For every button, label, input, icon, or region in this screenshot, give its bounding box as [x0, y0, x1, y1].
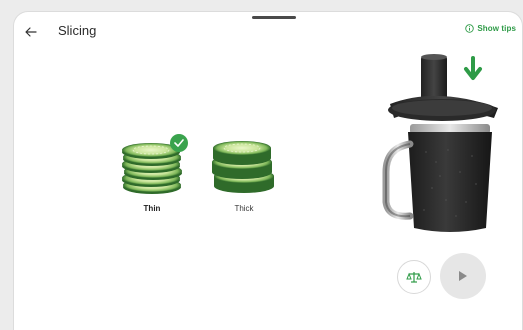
info-icon — [465, 24, 475, 33]
scale-icon — [406, 272, 422, 283]
drag-handle[interactable] — [252, 16, 296, 19]
play-icon — [459, 271, 467, 281]
option-thin[interactable]: Thin — [116, 130, 188, 222]
thick-slices-image — [212, 141, 274, 193]
show-tips-label: Show tips — [477, 24, 516, 33]
page-title: Slicing — [58, 23, 97, 38]
scale-button[interactable] — [397, 260, 431, 294]
slicing-screen: Slicing Show tips Thin Thick — [14, 12, 522, 330]
option-thick-label: Thick — [234, 204, 254, 213]
play-button[interactable] — [440, 253, 486, 299]
selected-check-icon — [170, 134, 188, 152]
arrow-left-icon — [25, 27, 37, 37]
option-thin-label: Thin — [143, 204, 161, 213]
option-thick[interactable]: Thick — [206, 130, 282, 222]
back-button[interactable] — [20, 22, 42, 42]
slicer-attachment-image — [382, 54, 498, 232]
show-tips-button[interactable]: Show tips — [465, 24, 516, 33]
